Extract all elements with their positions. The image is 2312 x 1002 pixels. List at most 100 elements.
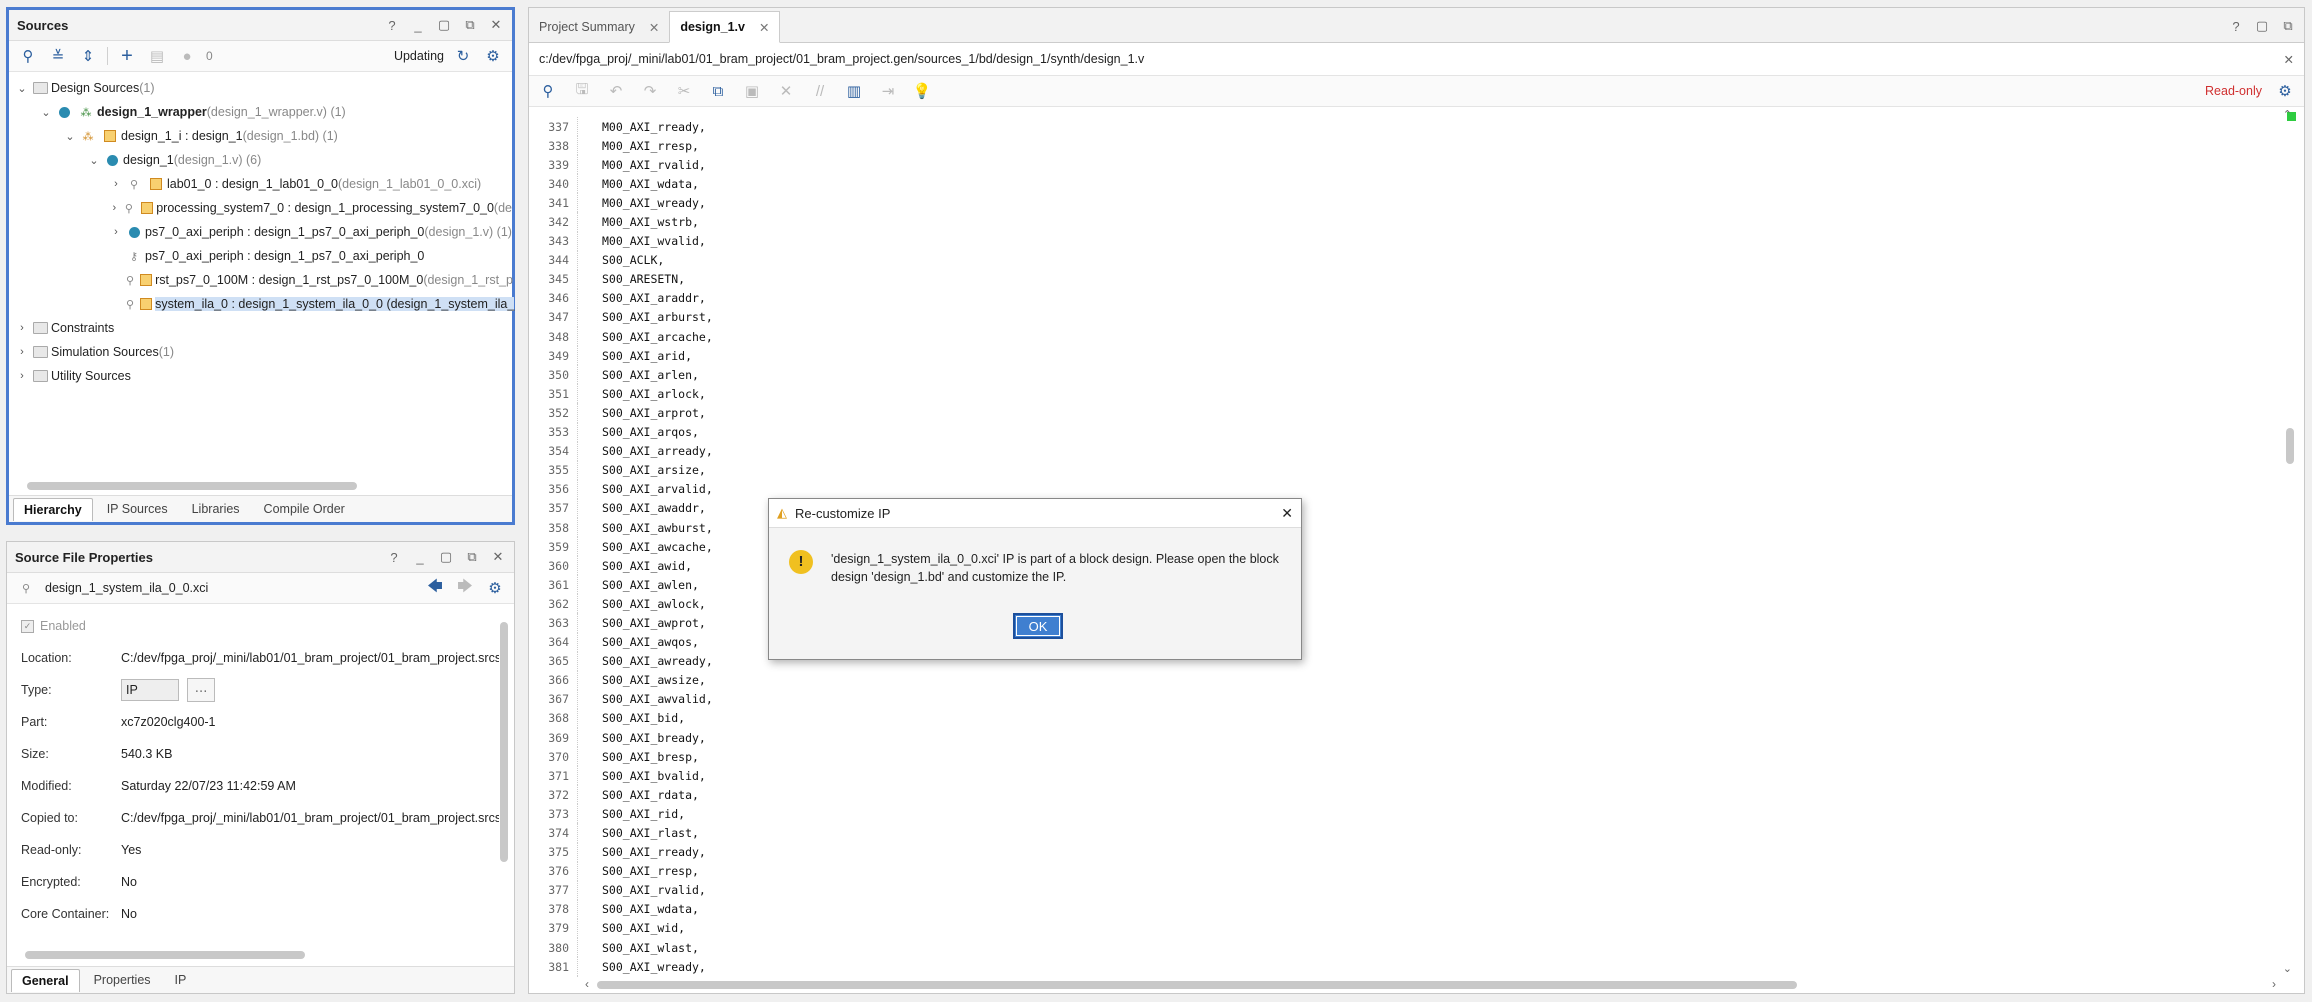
horizontal-scrollbar[interactable] [597, 981, 1797, 989]
scroll-down-icon[interactable]: ⌄ [2283, 962, 2292, 975]
chevron-down-icon[interactable]: ⌄ [63, 130, 77, 143]
tree-item-processing-system7-0[interactable]: › ⚲ processing_system7_0 : design_1_proc… [9, 196, 512, 220]
code-text: S00_AXI_arsize, [602, 463, 706, 478]
browse-button[interactable]: ⋯ [187, 678, 215, 702]
code-text: S00_AXI_arprot, [602, 405, 706, 420]
copy-icon[interactable]: ⧉ [707, 80, 729, 102]
block-design-icon: ⁂ [82, 130, 94, 143]
undo-icon[interactable]: ↶ [605, 80, 627, 102]
gear-icon[interactable]: ⚙ [484, 577, 506, 599]
close-icon[interactable]: ✕ [2284, 52, 2294, 67]
chevron-down-icon[interactable]: ⌄ [15, 82, 29, 95]
tab-hierarchy[interactable]: Hierarchy [13, 497, 93, 521]
columns-icon[interactable]: ▥ [843, 80, 865, 102]
chevron-right-icon[interactable]: › [15, 322, 29, 334]
chevron-down-icon[interactable]: ⌄ [39, 106, 53, 119]
float-icon[interactable]: ⧉ [462, 17, 478, 33]
tree-item-design-1-wrapper[interactable]: ⌄ ⁂ design_1_wrapper (design_1_wrapper.v… [9, 100, 512, 124]
scroll-up-icon[interactable]: ⌃ [2283, 108, 2292, 121]
refresh-icon[interactable]: ↻ [452, 45, 474, 67]
add-sources-icon[interactable]: + [116, 45, 138, 67]
horizontal-scrollbar[interactable] [25, 951, 305, 959]
tab-compile-order[interactable]: Compile Order [254, 498, 355, 520]
redo-icon[interactable]: ↷ [639, 80, 661, 102]
search-icon[interactable]: ⚲ [17, 45, 39, 67]
float-icon[interactable]: ⧉ [464, 549, 480, 565]
chevron-right-icon[interactable]: › [109, 178, 123, 190]
chevron-down-icon[interactable]: ⌄ [87, 154, 101, 167]
collapse-all-icon[interactable]: ≚ [47, 45, 69, 67]
search-icon[interactable]: ⚲ [537, 80, 559, 102]
tree-item-rst-ps7-0-100m[interactable]: ⚲ rst_ps7_0_100M : design_1_rst_ps7_0_10… [9, 268, 513, 292]
cut-icon[interactable]: ✂ [673, 80, 695, 102]
line-number: 366 [548, 673, 569, 688]
tree-item-lab01-0[interactable]: › ⚲ lab01_0 : design_1_lab01_0_0 (design… [9, 172, 512, 196]
vertical-scrollbar[interactable] [2286, 428, 2294, 464]
lightbulb-icon[interactable]: 💡 [911, 80, 933, 102]
indent-icon[interactable]: ⇥ [877, 80, 899, 102]
tab-libraries[interactable]: Libraries [182, 498, 250, 520]
tree-item-constraints[interactable]: › Constraints [9, 316, 512, 340]
tree-item-design-1-i[interactable]: ⌄ ⁂ design_1_i : design_1 (design_1.bd) … [9, 124, 512, 148]
dialog-title-bar: ◭ Re-customize IP ✕ [769, 499, 1301, 528]
tab-properties[interactable]: Properties [84, 969, 161, 991]
tab-project-summary[interactable]: Project Summary ✕ [529, 12, 669, 42]
back-arrow-icon[interactable]: 🡄 [424, 577, 446, 599]
float-icon[interactable]: ⧉ [2280, 18, 2296, 34]
restore-icon[interactable]: ▢ [438, 549, 454, 565]
minimize-icon[interactable]: _ [412, 550, 428, 565]
minimize-icon[interactable]: _ [410, 18, 426, 33]
horizontal-scrollbar[interactable] [27, 482, 357, 490]
forward-arrow-icon[interactable]: 🡆 [454, 577, 476, 599]
tree-item-utility-sources[interactable]: › Utility Sources [9, 364, 512, 388]
tree-item-ps7-0-axi-periph-ref[interactable]: ⚷ ps7_0_axi_periph : design_1_ps7_0_axi_… [9, 244, 512, 268]
vertical-scrollbar[interactable] [500, 622, 508, 862]
chevron-right-icon[interactable]: › [15, 370, 29, 382]
code-text: S00_AXI_rresp, [602, 864, 699, 879]
enabled-checkbox[interactable]: ✓ [21, 619, 34, 633]
close-icon[interactable]: ✕ [759, 20, 769, 35]
line-number: 350 [548, 367, 569, 382]
comment-icon[interactable]: // [809, 80, 831, 102]
code-line: 367 S00_AXI_awvalid, [529, 689, 2278, 709]
code-text: M00_AXI_wready, [602, 195, 706, 210]
tree-item-label: design_1 [123, 153, 174, 167]
close-icon[interactable]: ✕ [1281, 505, 1293, 522]
tree-item-simulation-sources[interactable]: › Simulation Sources (1) [9, 340, 512, 364]
tab-general[interactable]: General [11, 968, 80, 992]
line-number: 344 [548, 253, 569, 268]
tree-item-ps7-0-axi-periph[interactable]: › ps7_0_axi_periph : design_1_ps7_0_axi_… [9, 220, 512, 244]
tab-design-1-v[interactable]: design_1.v ✕ [669, 11, 781, 43]
scroll-right-icon[interactable]: › [2272, 977, 2276, 991]
chevron-right-icon[interactable]: › [109, 202, 120, 214]
ok-button[interactable]: OK [1013, 613, 1063, 639]
tab-ip[interactable]: IP [165, 969, 197, 991]
close-icon[interactable]: ✕ [649, 20, 659, 35]
restore-icon[interactable]: ▢ [436, 17, 452, 33]
save-icon[interactable]: 🖫 [571, 80, 593, 102]
help-icon[interactable]: ? [2228, 19, 2244, 34]
chevron-right-icon[interactable]: › [15, 346, 29, 358]
code-line: 343 M00_AXI_wvalid, [529, 231, 2278, 251]
close-icon[interactable]: ✕ [490, 549, 506, 565]
delete-icon[interactable]: ✕ [775, 80, 797, 102]
restore-icon[interactable]: ▢ [2254, 18, 2270, 34]
close-icon[interactable]: ✕ [488, 17, 504, 33]
document-icon[interactable]: ▤ [146, 45, 168, 67]
code-line: 378 S00_AXI_wdata, [529, 899, 2278, 919]
hierarchy-icon: ⁂ [80, 106, 92, 119]
code-text: S00_AXI_awcache, [602, 539, 713, 554]
gear-icon[interactable]: ⚙ [2274, 80, 2296, 102]
paste-icon[interactable]: ▣ [741, 80, 763, 102]
help-icon[interactable]: ? [384, 18, 400, 33]
tree-item-design-1[interactable]: ⌄ design_1 (design_1.v) (6) [9, 148, 512, 172]
chevron-right-icon[interactable]: › [109, 226, 123, 238]
help-icon[interactable]: ? [386, 550, 402, 565]
line-number: 374 [548, 826, 569, 841]
tree-item-design-sources[interactable]: ⌄ Design Sources (1) [9, 76, 512, 100]
tab-ip-sources[interactable]: IP Sources [97, 498, 178, 520]
tree-item-system-ila-0[interactable]: ⚲ system_ila_0 : design_1_system_ila_0_0… [9, 292, 515, 316]
gear-icon[interactable]: ⚙ [482, 45, 504, 67]
expand-all-icon[interactable]: ⇕ [77, 45, 99, 67]
scroll-left-icon[interactable]: ‹ [585, 977, 589, 991]
